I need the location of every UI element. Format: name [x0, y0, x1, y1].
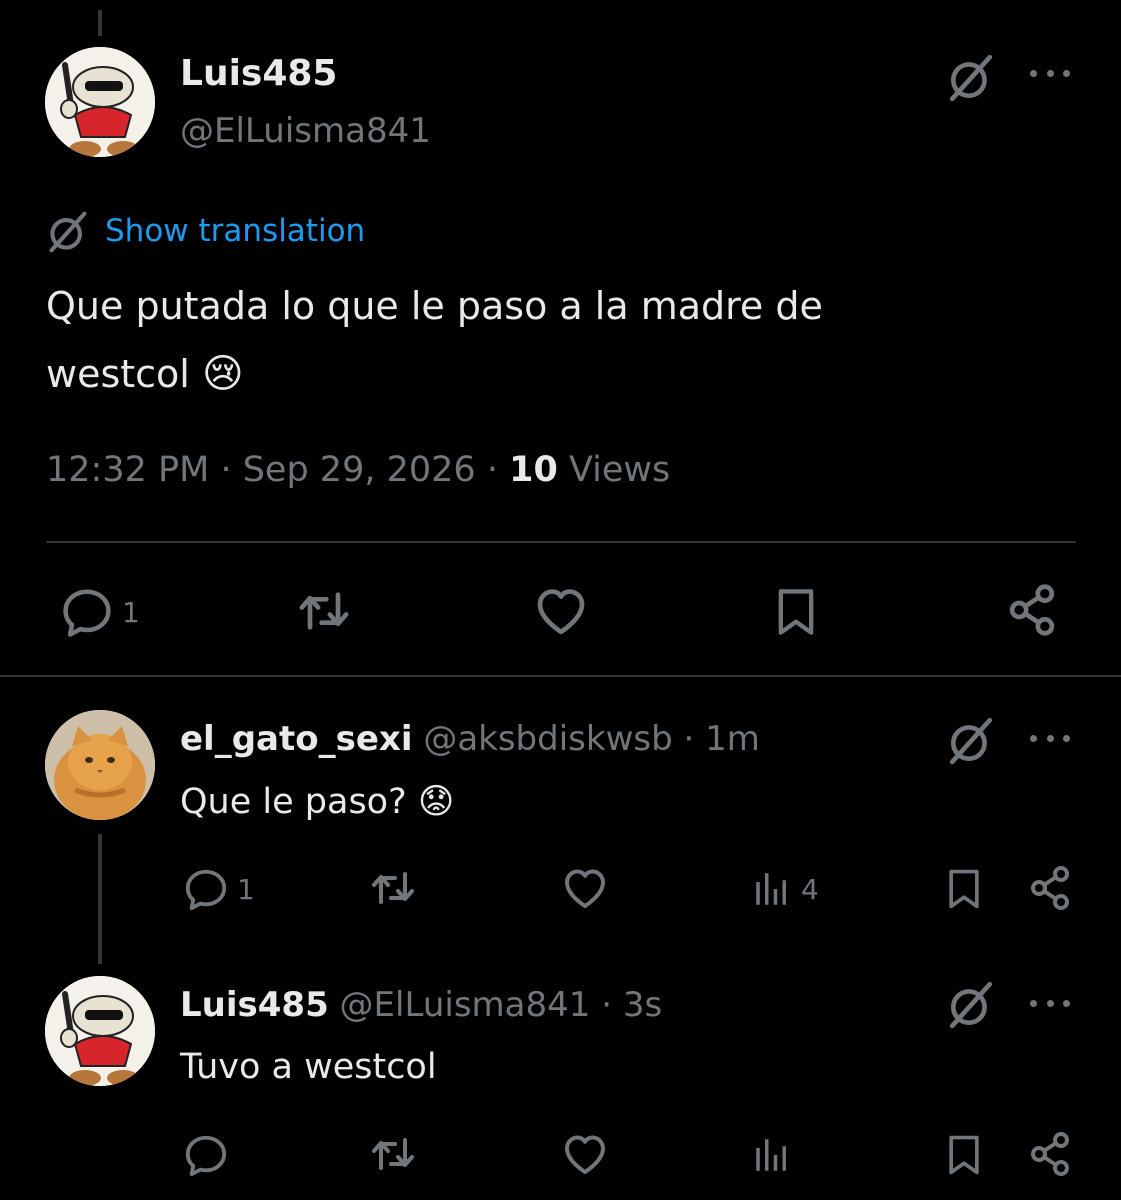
reply-text: Tuvo a westcol	[180, 1047, 437, 1087]
views-button[interactable]	[751, 1132, 793, 1178]
retweet-button[interactable]	[294, 583, 354, 639]
author-display-name[interactable]: el_gato_sexi	[180, 719, 413, 759]
retweet-button[interactable]	[367, 864, 419, 912]
meta-separator: ·	[601, 985, 613, 1025]
worried-emoji: 😟	[417, 782, 455, 822]
tweet-date[interactable]: Sep 29, 2026	[243, 450, 476, 490]
show-translation-link[interactable]: Show translation	[105, 211, 365, 251]
more-dots-icon[interactable]	[1030, 1000, 1070, 1012]
share-button[interactable]	[1026, 864, 1074, 912]
avatar[interactable]	[45, 710, 155, 820]
crying-emoji: 😢	[201, 351, 244, 397]
views-bars-icon	[751, 1132, 793, 1178]
tweet-meta: 12:32 PM · Sep 29, 2026 · 10 Views	[46, 446, 670, 494]
share-nodes-icon	[1004, 582, 1060, 638]
author-display-name[interactable]: Luis485	[180, 985, 329, 1025]
share-nodes-icon	[1026, 864, 1074, 912]
like-button[interactable]	[533, 584, 589, 640]
avatar[interactable]	[45, 976, 155, 1086]
views-count: 10	[509, 450, 558, 490]
tweet-text-line1: Que putada lo que le paso a la madre de	[46, 284, 823, 328]
thread-connector	[98, 834, 102, 964]
meta-separator: ·	[683, 719, 695, 759]
translate-icon	[46, 210, 90, 254]
reply-time[interactable]: 1m	[705, 719, 760, 759]
thread-connector-top	[98, 10, 102, 36]
author-handle[interactable]: @ElLuisma841	[180, 110, 431, 152]
reply-bubble-icon	[183, 1132, 229, 1178]
heart-icon	[561, 865, 609, 913]
reply-button[interactable]: 1	[183, 866, 255, 912]
bookmark-button[interactable]	[942, 1131, 986, 1179]
author-handle[interactable]: @aksbdiskwsb	[423, 719, 672, 759]
reply-time[interactable]: 3s	[623, 985, 662, 1025]
views-bars-icon	[751, 866, 793, 912]
reply-header: Luis485 @ElLuisma841 · 3s	[180, 983, 662, 1027]
share-nodes-icon	[1026, 1130, 1074, 1178]
tweet-text: Que putada lo que le paso a la madre de …	[46, 272, 1086, 408]
meta-separator: ·	[220, 450, 232, 490]
like-button[interactable]	[561, 1131, 609, 1179]
like-button[interactable]	[561, 865, 609, 913]
author-display-name[interactable]: Luis485	[180, 52, 337, 96]
reply-count: 1	[122, 595, 140, 629]
reply-button[interactable]	[183, 1132, 229, 1178]
bookmark-icon	[770, 584, 822, 640]
reply-text: Que le paso? 😟	[180, 778, 454, 826]
views-label: Views	[568, 450, 671, 490]
more-dots-icon[interactable]	[1030, 735, 1070, 747]
retweet-icon	[294, 583, 354, 639]
retweet-button[interactable]	[367, 1130, 419, 1178]
reply-bubble-icon	[183, 866, 229, 912]
share-button[interactable]	[1026, 1130, 1074, 1178]
divider	[46, 541, 1076, 543]
reply-count: 1	[237, 872, 255, 906]
tweet-text-line2-words: westcol	[46, 352, 190, 396]
reply-bubble-icon	[60, 585, 114, 639]
bookmark-icon	[942, 865, 986, 913]
heart-icon	[533, 584, 589, 640]
share-button[interactable]	[1004, 582, 1060, 638]
more-dots-icon[interactable]	[1030, 70, 1070, 82]
avatar[interactable]	[45, 47, 155, 157]
author-handle[interactable]: @ElLuisma841	[340, 985, 591, 1025]
bookmark-button[interactable]	[770, 584, 822, 640]
retweet-icon	[367, 864, 419, 912]
grok-slash-icon[interactable]	[946, 53, 996, 103]
grok-slash-icon[interactable]	[946, 980, 996, 1030]
tweet-text-line2: westcol 😢	[46, 340, 1086, 408]
bookmark-icon	[942, 1131, 986, 1179]
views-count: 4	[801, 872, 819, 906]
retweet-icon	[367, 1130, 419, 1178]
views-button[interactable]: 4	[751, 866, 819, 912]
reply-text-words: Que le paso?	[180, 782, 407, 822]
grok-slash-icon[interactable]	[946, 716, 996, 766]
meta-separator: ·	[486, 450, 498, 490]
tweet-time[interactable]: 12:32 PM	[46, 450, 209, 490]
reply-button[interactable]: 1	[60, 585, 140, 639]
heart-icon	[561, 1131, 609, 1179]
bookmark-button[interactable]	[942, 865, 986, 913]
reply-header: el_gato_sexi @aksbdiskwsb · 1m	[180, 717, 760, 761]
divider	[0, 675, 1121, 677]
